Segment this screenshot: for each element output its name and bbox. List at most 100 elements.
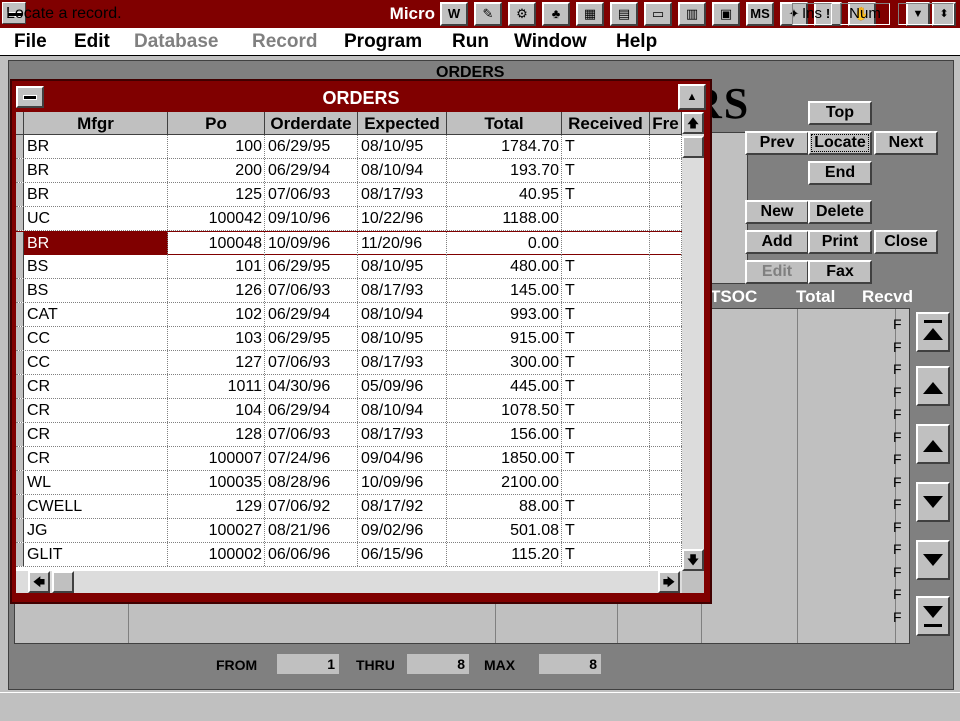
row-selector[interactable] — [16, 207, 24, 230]
cell-mfgr[interactable]: UC — [24, 207, 168, 230]
table-row[interactable]: CR 104 06/29/94 08/10/94 1078.50 T — [16, 399, 682, 423]
cell-fre[interactable] — [650, 135, 682, 158]
cell-mfgr[interactable]: GLIT — [24, 543, 168, 566]
cell-expected[interactable]: 06/15/96 — [358, 543, 447, 566]
row-selector[interactable] — [16, 543, 24, 566]
cell-mfgr[interactable]: WL — [24, 471, 168, 494]
cell-total[interactable]: 0.00 — [447, 232, 562, 255]
end-button[interactable]: End — [808, 161, 872, 185]
column-header-po[interactable]: Po — [168, 112, 265, 135]
cell-fre[interactable] — [650, 399, 682, 422]
browse-maximize-button[interactable]: ▲ — [678, 84, 706, 110]
cell-total[interactable]: 993.00 — [447, 303, 562, 326]
table-row[interactable]: BR 100 06/29/95 08/10/95 1784.70 T — [16, 135, 682, 159]
cell-orderdate[interactable]: 08/21/96 — [265, 519, 358, 542]
menu-file[interactable]: File — [14, 31, 47, 53]
menu-record[interactable]: Record — [252, 31, 317, 53]
table-row[interactable]: BR 100048 10/09/96 11/20/96 0.00 — [16, 231, 682, 255]
cell-po[interactable]: 100 — [168, 135, 265, 158]
row-selector[interactable] — [16, 351, 24, 374]
cell-fre[interactable] — [650, 447, 682, 470]
cell-orderdate[interactable]: 06/29/94 — [265, 303, 358, 326]
cell-orderdate[interactable]: 07/06/93 — [265, 183, 358, 206]
cell-orderdate[interactable]: 06/29/94 — [265, 159, 358, 182]
page-down-button[interactable] — [916, 540, 950, 580]
cell-received[interactable]: T — [562, 351, 650, 374]
cell-expected[interactable]: 10/09/96 — [358, 471, 447, 494]
cell-fre[interactable] — [650, 232, 682, 255]
menu-run[interactable]: Run — [452, 31, 489, 53]
cell-received[interactable] — [562, 471, 650, 494]
column-header-received[interactable]: Received — [562, 112, 650, 135]
cell-expected[interactable]: 09/02/96 — [358, 519, 447, 542]
cell-received[interactable]: T — [562, 543, 650, 566]
cell-orderdate[interactable]: 06/29/95 — [265, 135, 358, 158]
table-row[interactable]: UC 100042 09/10/96 10/22/96 1188.00 — [16, 207, 682, 231]
delete-button[interactable]: Delete — [808, 200, 872, 224]
cell-po[interactable]: 101 — [168, 255, 265, 278]
next-button[interactable]: Next — [874, 131, 938, 155]
table-row[interactable]: CC 127 07/06/93 08/17/93 300.00 T — [16, 351, 682, 375]
cell-received[interactable]: T — [562, 447, 650, 470]
cell-po[interactable]: 127 — [168, 351, 265, 374]
cell-total[interactable]: 156.00 — [447, 423, 562, 446]
cell-orderdate[interactable]: 04/30/96 — [265, 375, 358, 398]
cell-mfgr[interactable]: BR — [24, 135, 168, 158]
row-selector[interactable] — [16, 279, 24, 302]
cell-total[interactable]: 1188.00 — [447, 207, 562, 230]
cell-expected[interactable]: 08/17/93 — [358, 279, 447, 302]
vertical-scroll-thumb[interactable] — [682, 136, 704, 158]
toolbar-button-5-icon[interactable]: ▦ — [576, 2, 604, 26]
page-up-button[interactable] — [916, 366, 950, 406]
cell-total[interactable]: 145.00 — [447, 279, 562, 302]
cell-total[interactable]: 445.00 — [447, 375, 562, 398]
column-header-fre[interactable]: Fre — [650, 112, 682, 135]
cell-po[interactable]: 103 — [168, 327, 265, 350]
table-row[interactable]: BS 126 07/06/93 08/17/93 145.00 T — [16, 279, 682, 303]
row-selector[interactable] — [16, 255, 24, 278]
toolbar-button-9-icon[interactable]: ▣ — [712, 2, 740, 26]
cell-fre[interactable] — [650, 519, 682, 542]
row-selector[interactable] — [16, 423, 24, 446]
row-selector[interactable] — [16, 399, 24, 422]
edit-button[interactable]: Edit — [745, 260, 809, 284]
cell-received[interactable]: T — [562, 159, 650, 182]
cell-mfgr[interactable]: CR — [24, 399, 168, 422]
menu-edit[interactable]: Edit — [74, 31, 110, 53]
form-list-box[interactable] — [706, 132, 748, 284]
cell-fre[interactable] — [650, 255, 682, 278]
cell-fre[interactable] — [650, 375, 682, 398]
prev-button[interactable]: Prev — [745, 131, 809, 155]
cell-mfgr[interactable]: CR — [24, 447, 168, 470]
cell-expected[interactable]: 08/10/94 — [358, 399, 447, 422]
cell-orderdate[interactable]: 06/29/94 — [265, 399, 358, 422]
cell-received[interactable]: T — [562, 255, 650, 278]
cell-orderdate[interactable]: 09/10/96 — [265, 207, 358, 230]
cell-po[interactable]: 1011 — [168, 375, 265, 398]
row-selector[interactable] — [16, 495, 24, 518]
cell-orderdate[interactable]: 08/28/96 — [265, 471, 358, 494]
cell-received[interactable]: T — [562, 135, 650, 158]
cell-received[interactable]: T — [562, 303, 650, 326]
cell-fre[interactable] — [650, 471, 682, 494]
column-header-expected[interactable]: Expected — [358, 112, 447, 135]
row-selector[interactable] — [16, 183, 24, 206]
cell-fre[interactable] — [650, 327, 682, 350]
cell-po[interactable]: 100048 — [168, 232, 265, 255]
toolbar-button-6-icon[interactable]: ▤ — [610, 2, 638, 26]
toolbar-button-4-icon[interactable]: ♣ — [542, 2, 570, 26]
row-selector[interactable] — [16, 447, 24, 470]
cell-received[interactable]: T — [562, 375, 650, 398]
line-down-button[interactable] — [916, 482, 950, 522]
cell-received[interactable]: T — [562, 279, 650, 302]
cell-expected[interactable]: 08/17/93 — [358, 423, 447, 446]
row-selector[interactable] — [16, 159, 24, 182]
cell-orderdate[interactable]: 07/06/93 — [265, 279, 358, 302]
cell-total[interactable]: 501.08 — [447, 519, 562, 542]
table-row[interactable]: CR 128 07/06/93 08/17/93 156.00 T — [16, 423, 682, 447]
toolbar-button-7-icon[interactable]: ▭ — [644, 2, 672, 26]
cell-orderdate[interactable]: 07/24/96 — [265, 447, 358, 470]
vertical-scrollbar[interactable]: 🡅 🡇 — [682, 112, 704, 571]
toolbar-button-1-icon[interactable]: W — [440, 2, 468, 26]
row-selector[interactable] — [16, 303, 24, 326]
